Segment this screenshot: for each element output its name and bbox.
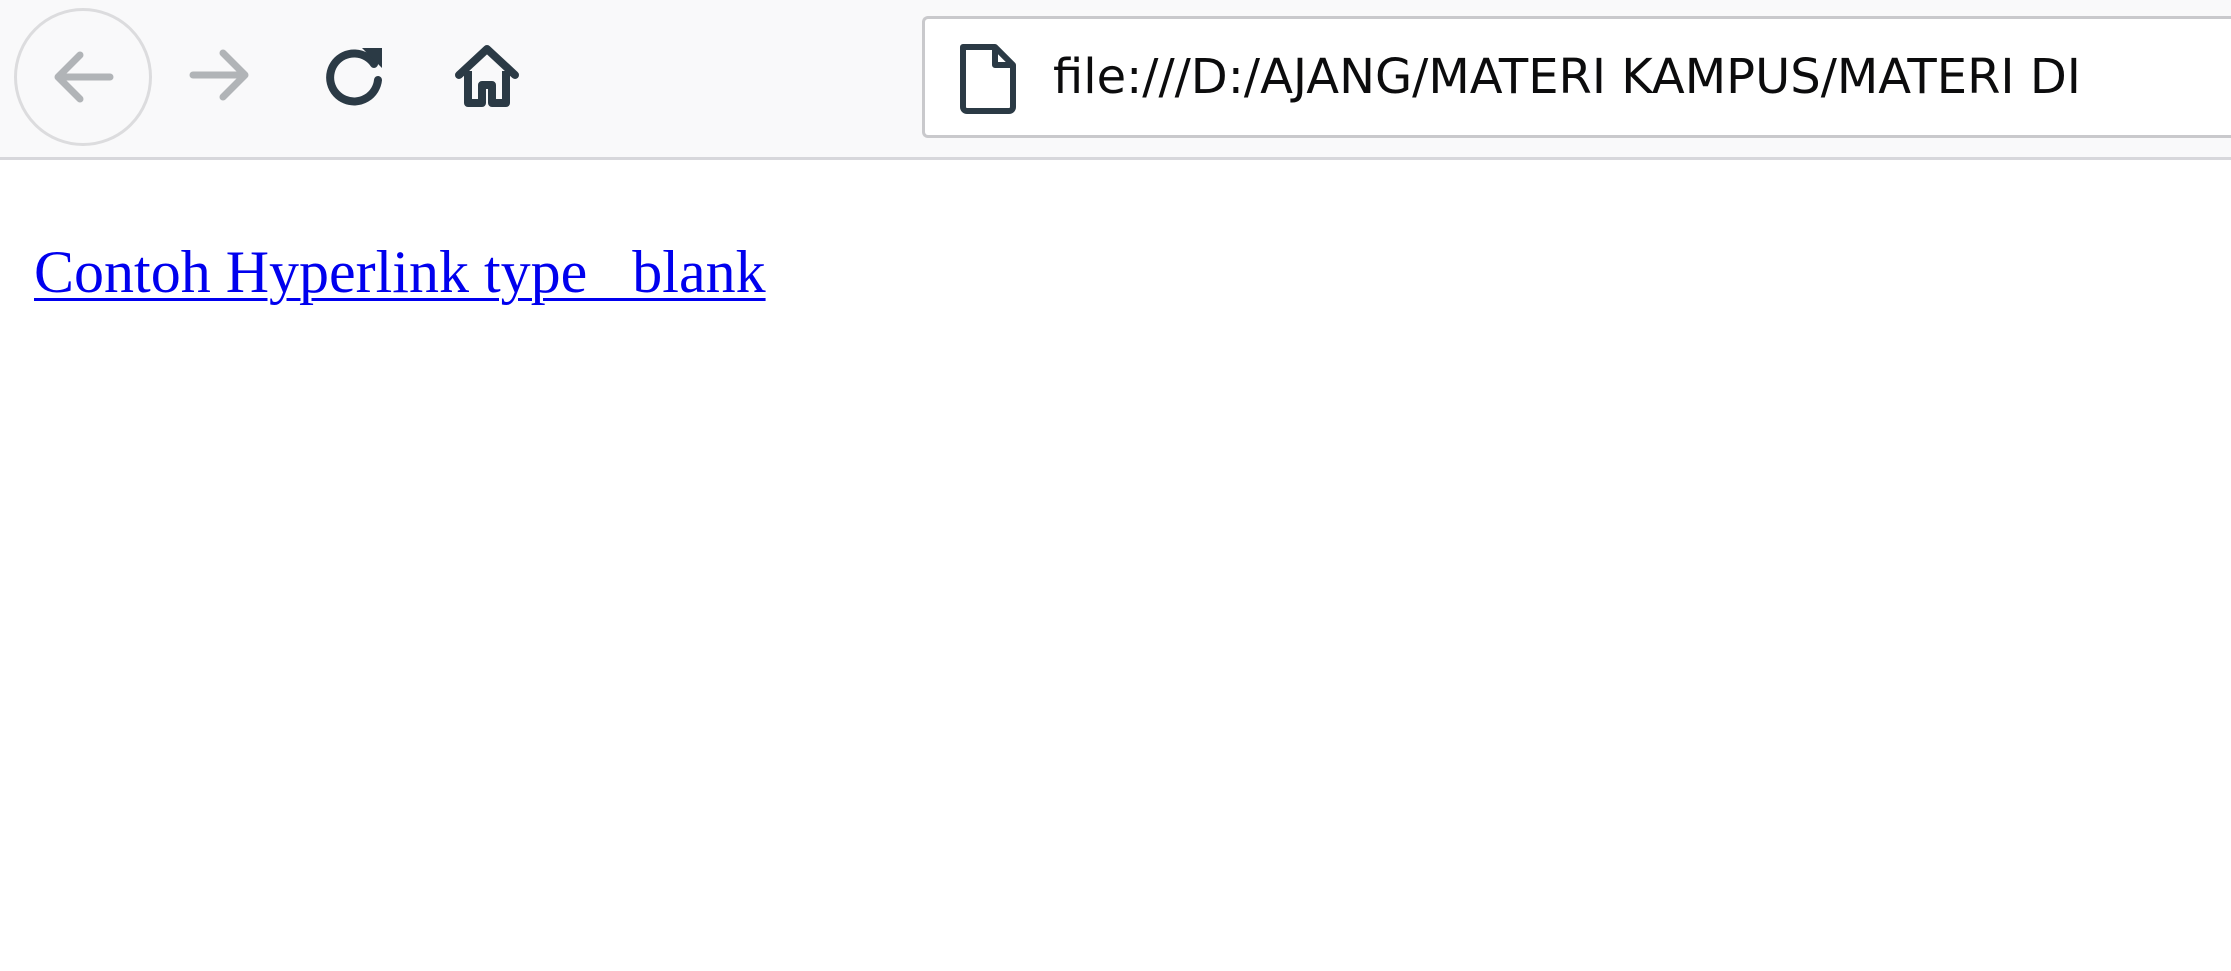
page-content: Contoh Hyperlink type blank — [0, 160, 2231, 971]
home-icon — [455, 45, 519, 107]
page-file-icon — [960, 44, 1016, 114]
reload-button[interactable] — [310, 30, 400, 120]
url-bar[interactable]: file:///D:/AJANG/MATERI KAMPUS/MATERI DI — [922, 16, 2231, 138]
home-button[interactable] — [442, 30, 532, 120]
back-button[interactable] — [14, 8, 152, 146]
hyperlink-blank[interactable]: Contoh Hyperlink type blank — [34, 238, 766, 307]
reload-icon — [326, 48, 382, 106]
browser-window: file:///D:/AJANG/MATERI KAMPUS/MATERI DI… — [0, 0, 2231, 971]
forward-button[interactable] — [175, 30, 265, 120]
forward-arrow-icon — [189, 49, 249, 101]
back-arrow-icon — [54, 51, 114, 103]
url-text[interactable]: file:///D:/AJANG/MATERI KAMPUS/MATERI DI — [1053, 19, 2081, 135]
navigation-toolbar: file:///D:/AJANG/MATERI KAMPUS/MATERI DI — [0, 0, 2231, 160]
